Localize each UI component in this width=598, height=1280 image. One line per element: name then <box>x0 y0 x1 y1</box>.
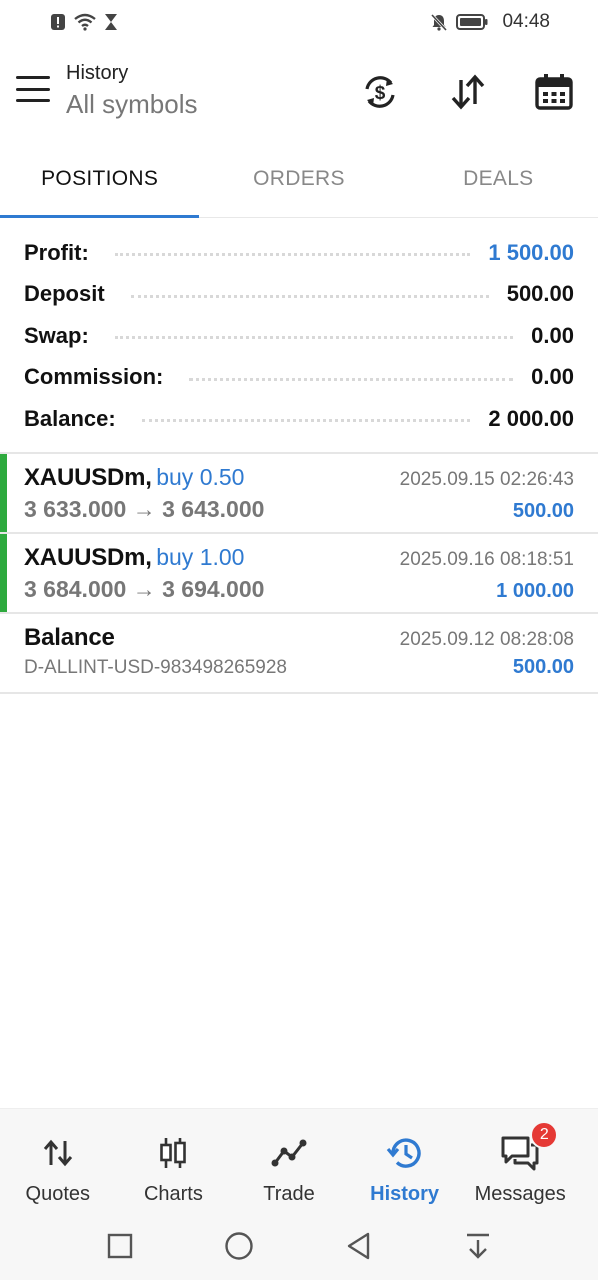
status-icons-right: 04:48 <box>430 11 550 33</box>
nav-charts[interactable]: Charts <box>116 1109 232 1212</box>
nav-history-label: History <box>370 1183 440 1205</box>
commission-label: Commission: <box>24 364 172 391</box>
back-icon[interactable] <box>339 1226 379 1266</box>
notification-pulldown-icon[interactable] <box>458 1226 498 1266</box>
tab-positions[interactable]: POSITIONS <box>0 148 199 217</box>
nav-trade[interactable]: Trade <box>231 1109 347 1212</box>
tab-deals[interactable]: DEALS <box>399 148 598 217</box>
page-title: History <box>66 62 129 84</box>
currency-exchange-icon[interactable]: $ <box>358 70 402 114</box>
position-profit: 500.00 <box>512 500 574 522</box>
hourglass-icon <box>104 13 118 31</box>
balance-value: 2 000.00 <box>488 405 574 431</box>
nav-charts-label: Charts <box>143 1183 203 1205</box>
balance-entry-reference: D-ALLINT-USD-983498265928 <box>24 657 287 678</box>
nav-history[interactable]: History <box>347 1109 463 1212</box>
balance-entry-time: 2025.09.12 08:28:08 <box>399 629 574 650</box>
dotted-leader <box>130 294 489 298</box>
position-symbol: XAUUSDm, <box>24 544 152 571</box>
summary-row-deposit: Deposit 500.00 <box>0 274 598 316</box>
position-symbol: XAUUSDm, <box>24 464 152 491</box>
dotted-leader <box>114 253 471 257</box>
unread-messages-badge: 2 <box>530 1121 559 1149</box>
active-tab-indicator <box>0 215 199 218</box>
balance-entry-title: Balance <box>24 624 115 651</box>
bottom-navigation: Quotes Charts Trade History 2 Messages <box>0 1108 598 1212</box>
app-header: History All symbols $ <box>0 52 598 136</box>
calendar-icon[interactable] <box>532 70 576 114</box>
symbol-filter[interactable]: All symbols <box>66 89 197 120</box>
title-block[interactable]: History All symbols <box>66 62 197 120</box>
profit-value: 1 500.00 <box>488 239 574 265</box>
summary-row-swap: Swap: 0.00 <box>0 315 598 357</box>
swap-label: Swap: <box>24 322 97 349</box>
summary-row-commission: Commission: 0.00 <box>0 357 598 399</box>
list-item[interactable]: XAUUSDm, buy 1.00 2025.09.16 08:18:51 3 … <box>0 534 598 614</box>
deposit-label: Deposit <box>24 281 113 308</box>
deposit-value: 500.00 <box>506 281 574 307</box>
tab-orders[interactable]: ORDERS <box>199 148 398 217</box>
trade-line-icon <box>267 1133 311 1173</box>
recent-apps-icon[interactable] <box>100 1226 140 1266</box>
nav-quotes[interactable]: Quotes <box>0 1109 116 1212</box>
nav-quotes-label: Quotes <box>25 1183 91 1205</box>
alert-icon <box>50 13 66 31</box>
profit-label: Profit: <box>24 239 97 266</box>
clock: 04:48 <box>502 11 550 32</box>
summary-row-balance: Balance: 2 000.00 <box>0 398 598 440</box>
nav-messages[interactable]: 2 Messages <box>462 1109 578 1212</box>
status-icons-left <box>50 13 118 31</box>
home-icon[interactable] <box>219 1226 259 1266</box>
candlestick-chart-icon <box>151 1133 195 1173</box>
positions-list: XAUUSDm, buy 0.50 2025.09.15 02:26:43 3 … <box>0 454 598 694</box>
dotted-leader <box>189 377 514 381</box>
svg-text:$: $ <box>375 83 386 104</box>
sort-icon[interactable] <box>446 70 490 114</box>
dotted-leader <box>114 336 514 340</box>
list-item[interactable]: XAUUSDm, buy 0.50 2025.09.15 02:26:43 3 … <box>0 454 598 534</box>
list-item[interactable]: Balance 2025.09.12 08:28:08 D-ALLINT-USD… <box>0 614 598 694</box>
position-time: 2025.09.16 08:18:51 <box>399 549 574 570</box>
position-prices: 3 684.000 → 3 694.000 <box>24 576 265 602</box>
summary-row-profit: Profit: 1 500.00 <box>0 232 598 274</box>
balance-label: Balance: <box>24 405 124 432</box>
menu-icon[interactable] <box>16 76 50 102</box>
wifi-icon <box>74 13 96 31</box>
nav-messages-label: Messages <box>474 1183 566 1205</box>
battery-icon <box>456 14 488 30</box>
bell-off-icon <box>430 13 448 31</box>
quotes-icon <box>36 1133 80 1173</box>
history-clock-icon <box>383 1133 427 1173</box>
nav-trade-label: Trade <box>263 1183 315 1205</box>
position-prices: 3 633.000 → 3 643.000 <box>24 496 265 522</box>
summary-panel: Profit: 1 500.00 Deposit 500.00 Swap: 0.… <box>0 232 598 440</box>
balance-entry-amount: 500.00 <box>512 656 574 678</box>
dotted-leader <box>141 419 471 423</box>
position-side: buy 1.00 <box>156 544 245 570</box>
commission-value: 0.00 <box>531 364 574 390</box>
swap-value: 0.00 <box>531 322 574 348</box>
position-time: 2025.09.15 02:26:43 <box>399 469 574 490</box>
status-bar: 04:48 <box>0 0 598 44</box>
position-side: buy 0.50 <box>156 464 245 490</box>
history-tabs: POSITIONS ORDERS DEALS <box>0 148 598 218</box>
position-profit: 1 000.00 <box>496 580 574 602</box>
system-navigation-bar <box>0 1212 598 1280</box>
